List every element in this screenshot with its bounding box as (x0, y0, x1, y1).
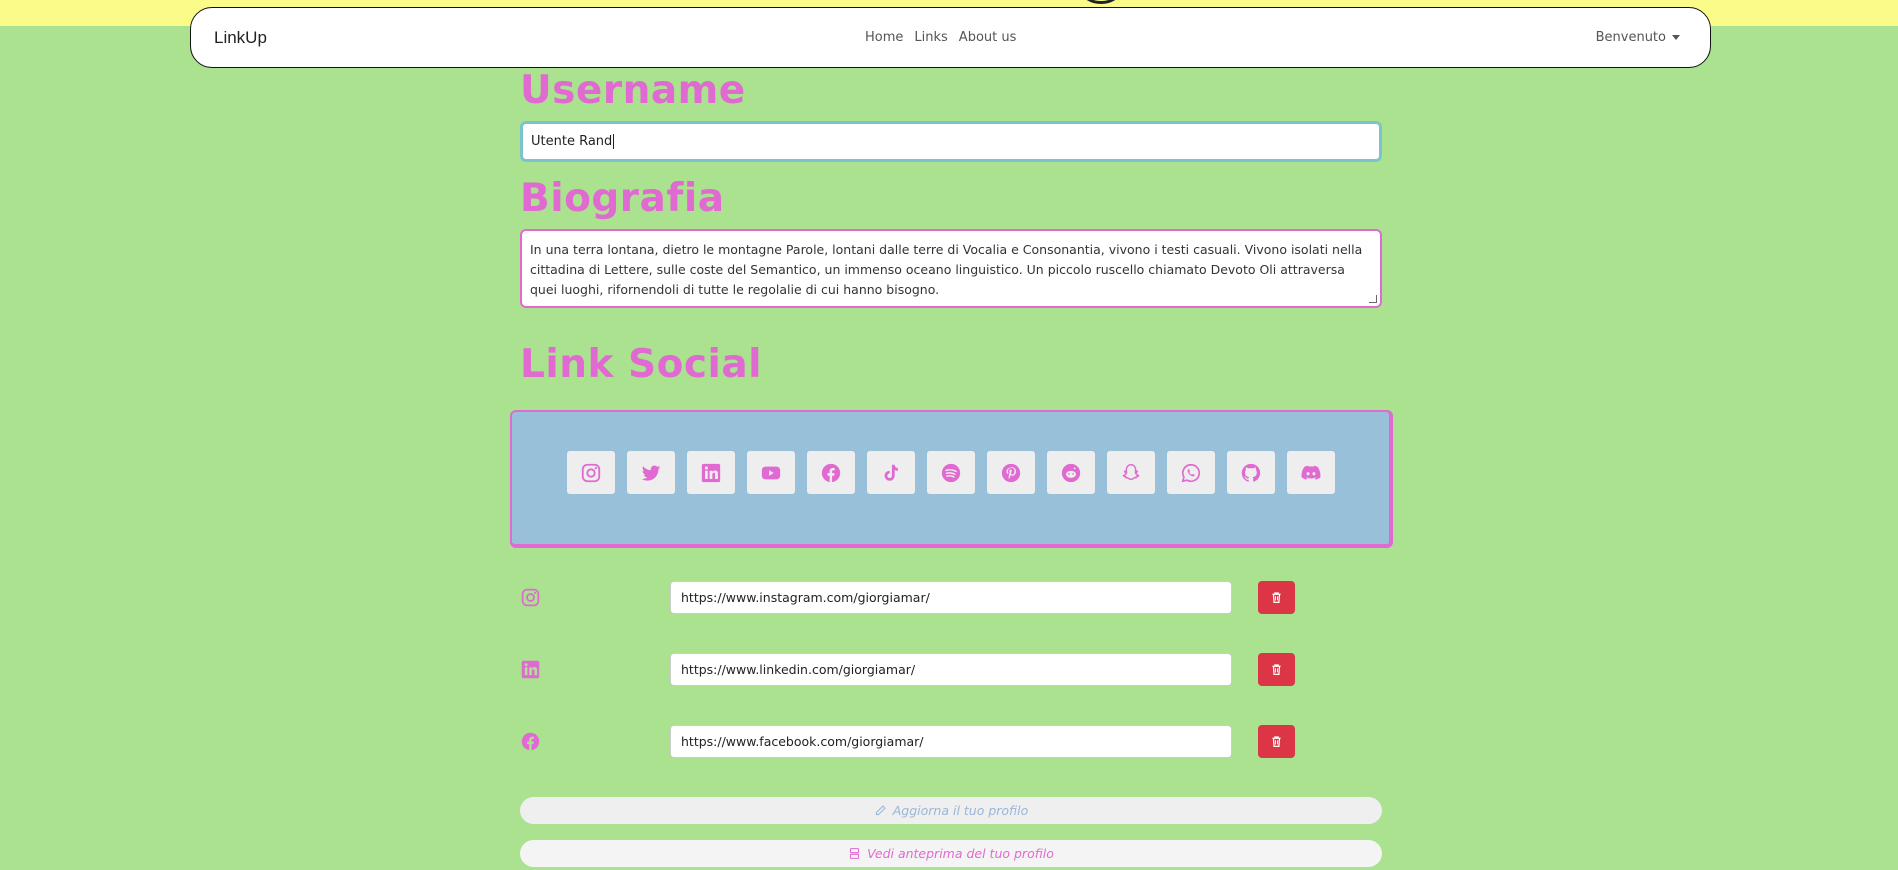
bio-text: In una terra lontana, dietro le montagne… (530, 242, 1363, 297)
add-instagram-button[interactable] (567, 451, 615, 494)
add-facebook-button[interactable] (807, 451, 855, 494)
trash-icon (1272, 664, 1281, 675)
linkedin-icon (701, 463, 721, 482)
update-profile-button[interactable]: Aggiorna il tuo profilo (520, 797, 1382, 824)
add-twitter-button[interactable] (627, 451, 675, 494)
username-input[interactable]: Utente Rand (520, 121, 1382, 162)
add-linkedin-button[interactable] (687, 451, 735, 494)
banner-decoration (1082, 0, 1120, 4)
preview-profile-button[interactable]: Vedi anteprima del tuo profilo (520, 840, 1382, 867)
snapchat-icon (1122, 463, 1140, 480)
preview-profile-label: Vedi anteprima del tuo profilo (867, 846, 1054, 861)
nav-link-about[interactable]: About us (959, 30, 1017, 45)
link-row-facebook: https://www.facebook.com/giorgiamar/ (520, 725, 1295, 758)
youtube-icon (761, 466, 781, 479)
link-row-linkedin: https://www.linkedin.com/giorgiamar/ (520, 653, 1295, 686)
social-picker-panel (510, 410, 1393, 548)
social-heading: Link Social (520, 342, 763, 387)
add-tiktok-button[interactable] (867, 451, 915, 494)
bio-heading: Biografia (520, 176, 725, 221)
link-row-instagram: https://www.instagram.com/giorgiamar/ (520, 581, 1295, 614)
spotify-icon (941, 463, 961, 482)
trash-icon (1272, 736, 1281, 747)
social-tiles (567, 451, 1335, 494)
user-menu-label: Benvenuto (1595, 30, 1666, 45)
add-spotify-button[interactable] (927, 451, 975, 494)
delete-link-button[interactable] (1258, 725, 1295, 758)
add-pinterest-button[interactable] (987, 451, 1035, 494)
tiktok-icon (884, 464, 898, 481)
pinterest-icon (1001, 463, 1021, 482)
nav-link-home[interactable]: Home (865, 30, 903, 45)
discord-icon (1301, 465, 1321, 480)
username-heading: Username (520, 68, 746, 113)
brand-logo[interactable]: LinkUp (214, 28, 267, 48)
update-profile-label: Aggiorna il tuo profilo (892, 803, 1029, 818)
github-icon (1241, 463, 1261, 482)
delete-link-button[interactable] (1258, 581, 1295, 614)
add-youtube-button[interactable] (747, 451, 795, 494)
user-menu[interactable]: Benvenuto (1596, 30, 1680, 45)
facebook-icon (821, 463, 841, 482)
pencil-icon (875, 805, 886, 816)
instagram-icon (520, 587, 541, 608)
resize-handle[interactable] (1369, 295, 1377, 303)
layout-icon (849, 848, 860, 859)
instagram-icon (581, 463, 601, 482)
text-cursor (613, 134, 615, 149)
facebook-icon (520, 731, 541, 752)
link-url-input[interactable]: https://www.instagram.com/giorgiamar/ (670, 581, 1232, 614)
linkedin-icon (520, 659, 541, 680)
nav-links: Home Links About us (865, 30, 1016, 45)
whatsapp-icon (1181, 463, 1201, 482)
link-url-input[interactable]: https://www.linkedin.com/giorgiamar/ (670, 653, 1232, 686)
add-reddit-button[interactable] (1047, 451, 1095, 494)
nav-link-links[interactable]: Links (914, 30, 947, 45)
bio-textarea[interactable]: In una terra lontana, dietro le montagne… (520, 229, 1382, 308)
add-github-button[interactable] (1227, 451, 1275, 494)
add-whatsapp-button[interactable] (1167, 451, 1215, 494)
add-discord-button[interactable] (1287, 451, 1335, 494)
username-value: Utente Rand (531, 134, 613, 149)
caret-down-icon (1672, 35, 1680, 40)
add-snapchat-button[interactable] (1107, 451, 1155, 494)
reddit-icon (1061, 463, 1081, 482)
delete-link-button[interactable] (1258, 653, 1295, 686)
link-url-input[interactable]: https://www.facebook.com/giorgiamar/ (670, 725, 1232, 758)
trash-icon (1272, 592, 1281, 603)
twitter-icon (641, 465, 661, 481)
navbar: LinkUp Home Links About us Benvenuto (190, 7, 1711, 68)
